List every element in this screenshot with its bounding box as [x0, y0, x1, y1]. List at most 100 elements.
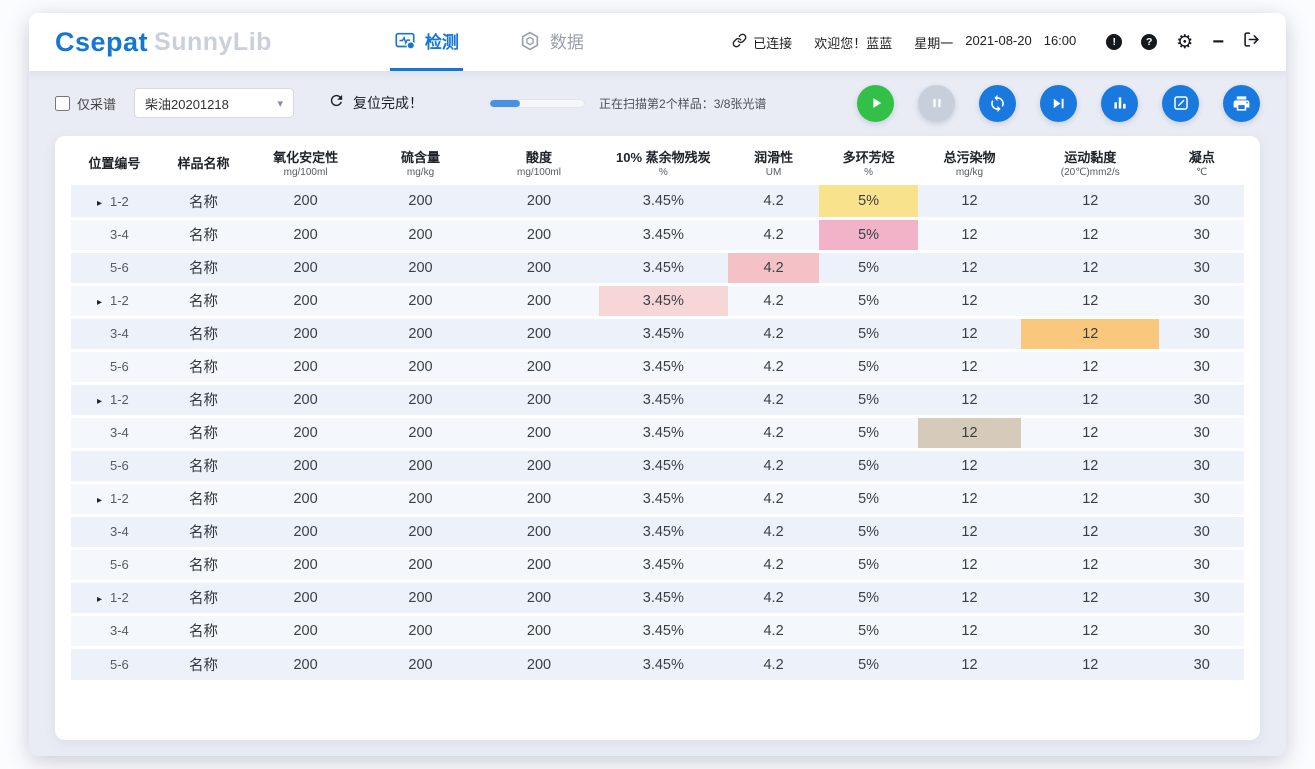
value-cell: 3.45% [599, 548, 728, 581]
table-row[interactable]: ▸5-6名称2002002003.45%4.25%121230 [71, 548, 1244, 581]
value-cell: 12 [918, 251, 1021, 284]
table-row[interactable]: ▸1-2名称2002002003.45%4.25%121230 [71, 581, 1244, 614]
position-cell: ▸3-4 [71, 416, 158, 449]
table-row[interactable]: ▸3-4名称2002002003.45%4.25%121230 [71, 515, 1244, 548]
app-logo: Csepat SunnyLib [55, 13, 272, 71]
table-row[interactable]: ▸5-6名称2002002003.45%4.25%121230 [71, 251, 1244, 284]
value-cell: 12 [1021, 449, 1159, 482]
value-cell: 12 [918, 185, 1021, 218]
sample-name-cell: 名称 [158, 284, 249, 317]
value-cell: 200 [249, 185, 362, 218]
position-label: 5-6 [110, 260, 129, 275]
edit-button[interactable] [1162, 85, 1199, 122]
table-row[interactable]: ▸1-2名称2002002003.45%4.25%121230 [71, 482, 1244, 515]
value-cell: 30 [1159, 614, 1244, 647]
sample-name-cell: 名称 [158, 581, 249, 614]
position-label: 3-4 [110, 524, 129, 539]
capture-only-checkbox[interactable] [55, 96, 70, 111]
table-row[interactable]: ▸5-6名称2002002003.45%4.25%121230 [71, 449, 1244, 482]
value-cell: 30 [1159, 185, 1244, 218]
logo-secondary: SunnyLib [154, 28, 272, 57]
table-row[interactable]: ▸3-4名称2002002003.45%4.25%121230 [71, 317, 1244, 350]
column-header: 氧化安定性mg/100ml [249, 142, 362, 185]
value-cell: 5% [819, 548, 918, 581]
sync-button[interactable] [979, 85, 1016, 122]
chevron-down-icon: ▾ [277, 97, 283, 110]
skip-next-button[interactable] [1040, 85, 1077, 122]
sample-select[interactable]: 柴油20201218 ▾ [134, 88, 294, 118]
value-cell: 5% [819, 647, 918, 680]
value-cell: 12 [918, 647, 1021, 680]
position-cell: ▸5-6 [71, 350, 158, 383]
tab-detection[interactable]: 检测 [390, 13, 463, 71]
table-row[interactable]: ▸3-4名称2002002003.45%4.25%121230 [71, 218, 1244, 251]
table-row[interactable]: ▸3-4名称2002002003.45%4.25%121230 [71, 416, 1244, 449]
value-cell: 30 [1159, 251, 1244, 284]
value-cell: 12 [1021, 614, 1159, 647]
connection-status-label: 已连接 [753, 33, 792, 52]
position-cell[interactable]: ▸1-2 [71, 185, 158, 218]
table-row[interactable]: ▸1-2名称2002002003.45%4.25%121230 [71, 284, 1244, 317]
value-cell: 3.45% [599, 383, 728, 416]
expand-arrow-icon[interactable]: ▸ [97, 396, 110, 407]
main-nav: 检测 数据 [390, 13, 588, 71]
value-cell: 200 [362, 482, 479, 515]
highlighted-value-cell: 12 [918, 416, 1021, 449]
help-icon[interactable]: ? [1141, 34, 1157, 50]
value-cell: 12 [1021, 581, 1159, 614]
sample-name-cell: 名称 [158, 317, 249, 350]
value-cell: 12 [918, 449, 1021, 482]
settings-gear-icon[interactable]: ⚙ [1176, 33, 1193, 52]
toolbar: 仅采谱 柴油20201218 ▾ 复位完成！ 正在扫描第2个样品：3/8张光谱 [29, 84, 1286, 122]
value-cell: 4.2 [728, 218, 819, 251]
value-cell: 4.2 [728, 284, 819, 317]
position-label: 1-2 [110, 392, 129, 407]
value-cell: 3.45% [599, 581, 728, 614]
printer-icon [1232, 94, 1251, 113]
statistics-button[interactable] [1101, 85, 1138, 122]
sample-name-cell: 名称 [158, 251, 249, 284]
value-cell: 3.45% [599, 185, 728, 218]
value-cell: 200 [249, 416, 362, 449]
reset-status-text: 复位完成！ [353, 93, 423, 113]
table-row[interactable]: ▸5-6名称2002002003.45%4.25%121230 [71, 647, 1244, 680]
position-cell[interactable]: ▸1-2 [71, 284, 158, 317]
expand-arrow-icon[interactable]: ▸ [97, 198, 110, 209]
value-cell: 200 [479, 218, 599, 251]
print-button[interactable] [1223, 85, 1260, 122]
expand-arrow-icon[interactable]: ▸ [97, 495, 110, 506]
info-icon[interactable]: ! [1106, 34, 1122, 50]
value-cell: 3.45% [599, 317, 728, 350]
progress-fill [490, 100, 520, 107]
value-cell: 12 [1021, 251, 1159, 284]
table-row[interactable]: ▸5-6名称2002002003.45%4.25%121230 [71, 350, 1244, 383]
value-cell: 5% [819, 581, 918, 614]
value-cell: 30 [1159, 581, 1244, 614]
column-header: 硫含量mg/kg [362, 142, 479, 185]
minimize-icon[interactable]: − [1212, 32, 1224, 52]
exit-logout-icon[interactable] [1243, 31, 1260, 53]
position-cell[interactable]: ▸1-2 [71, 482, 158, 515]
value-cell: 12 [1021, 515, 1159, 548]
column-header: 运动黏度(20℃)mm2/s [1021, 142, 1159, 185]
expand-arrow-icon[interactable]: ▸ [97, 594, 110, 605]
welcome-text: 欢迎您！蓝蓝 [814, 33, 892, 52]
position-label: 5-6 [110, 657, 129, 672]
start-button[interactable] [857, 85, 894, 122]
value-cell: 12 [1021, 647, 1159, 680]
table-row[interactable]: ▸1-2名称2002002003.45%4.25%121230 [71, 383, 1244, 416]
position-cell[interactable]: ▸1-2 [71, 383, 158, 416]
position-cell[interactable]: ▸1-2 [71, 581, 158, 614]
highlighted-value-cell: 3.45% [599, 284, 728, 317]
tab-data[interactable]: 数据 [515, 13, 588, 71]
value-cell: 5% [819, 383, 918, 416]
pause-button[interactable] [918, 85, 955, 122]
table-row[interactable]: ▸1-2名称2002002003.45%4.25%121230 [71, 185, 1244, 218]
date-label: 2021-08-20 [965, 33, 1032, 52]
datetime: 星期一 2021-08-20 16:00 [914, 33, 1076, 52]
value-cell: 3.45% [599, 416, 728, 449]
table-body: ▸1-2名称2002002003.45%4.25%121230▸3-4名称200… [71, 185, 1244, 680]
reset-refresh-icon[interactable] [328, 92, 345, 114]
expand-arrow-icon[interactable]: ▸ [97, 297, 110, 308]
table-row[interactable]: ▸3-4名称2002002003.45%4.25%121230 [71, 614, 1244, 647]
